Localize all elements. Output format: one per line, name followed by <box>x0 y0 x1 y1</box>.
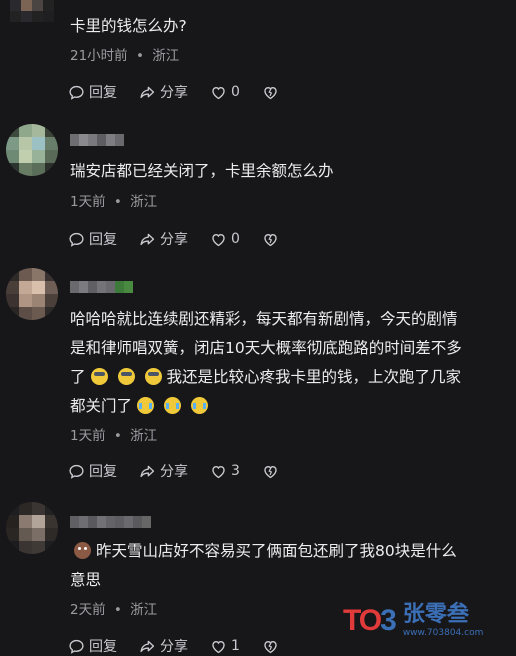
like-button[interactable]: 0 <box>210 84 240 101</box>
avatar[interactable] <box>6 124 58 176</box>
comment-text-fragment: 昨天雪山店好不容易买了俩面包还刷了我80块是什么 <box>96 542 457 560</box>
dislike-heart-icon <box>264 233 277 246</box>
avatar[interactable] <box>6 502 58 554</box>
like-heart-icon <box>212 465 225 478</box>
comment-actions: 回复 分享 1 <box>68 636 301 656</box>
like-heart-icon <box>212 86 225 99</box>
comment-location: 浙江 <box>130 602 158 618</box>
meta-separator: • <box>113 428 122 444</box>
reply-icon <box>69 232 84 247</box>
comment-location: 浙江 <box>130 428 158 444</box>
like-count: 0 <box>231 84 240 100</box>
dislike-button[interactable] <box>262 638 279 655</box>
share-label: 分享 <box>160 85 188 101</box>
comment-text: 卡里的钱怎么办? <box>70 17 187 35</box>
comment-text-line: 了 我还是比较心疼我卡里的钱，上次跑了几家 <box>70 363 502 392</box>
like-count: 3 <box>231 463 240 479</box>
share-icon <box>140 86 155 98</box>
comment-actions: 回复 分享 0 <box>68 82 301 102</box>
share-icon <box>140 465 155 477</box>
comment-text-line: 哈哈哈就比连续剧还精彩，每天都有新剧情，今天的剧情 <box>70 310 458 328</box>
comment-text-fragment: 我还是比较心疼我卡里的钱，上次跑了几家 <box>166 368 462 386</box>
comment-actions: 回复 分享 3 <box>68 461 301 481</box>
meta-separator: • <box>113 602 122 618</box>
share-label: 分享 <box>160 232 188 248</box>
dislike-button[interactable] <box>262 231 279 248</box>
watermark-name: 张零叁 <box>402 602 469 627</box>
comment-actions: 回复 分享 0 <box>68 229 301 249</box>
like-count: 1 <box>231 638 240 654</box>
grimace-emoji-icon <box>144 368 162 385</box>
comment-meta: 2天前 • 浙江 <box>70 598 157 618</box>
reply-label: 回复 <box>89 85 117 101</box>
like-button[interactable]: 3 <box>210 463 240 480</box>
comment-text-fragment: 了 <box>70 368 86 386</box>
share-icon <box>140 640 155 652</box>
watermark-url: www.703804.com <box>402 628 484 638</box>
comment-text-line: 昨天雪山店好不容易买了俩面包还刷了我80块是什么 <box>74 537 506 566</box>
watermark-text: 张零叁 www.703804.com <box>403 604 484 638</box>
reply-icon <box>69 639 84 654</box>
reply-icon <box>69 464 84 479</box>
watermark-mark-b: 3 <box>380 604 397 637</box>
dislike-button[interactable] <box>262 84 279 101</box>
share-button[interactable]: 分享 <box>139 636 188 656</box>
comment-text-fragment: 都关门了 <box>70 397 133 415</box>
grimace-emoji-icon <box>90 368 108 385</box>
comment-time: 1天前 <box>70 428 106 444</box>
comment-location: 浙江 <box>152 48 180 64</box>
reply-button[interactable]: 回复 <box>68 461 117 481</box>
comment-text: 哈哈哈就比连续剧还精彩，每天都有新剧情，今天的剧情 是和律师唱双簧，闭店10天大… <box>70 305 502 421</box>
reply-button[interactable]: 回复 <box>68 229 117 249</box>
dislike-button[interactable] <box>262 463 279 480</box>
reply-button[interactable]: 回复 <box>68 82 117 102</box>
comment-location: 浙江 <box>130 194 158 210</box>
comment-time: 2天前 <box>70 602 106 618</box>
watermark-mark: TO3 <box>343 604 397 638</box>
like-button[interactable]: 0 <box>210 231 240 248</box>
reply-button[interactable]: 回复 <box>68 636 117 656</box>
crying-emoji-icon <box>137 397 155 414</box>
share-button[interactable]: 分享 <box>139 229 188 249</box>
watermark-logo: TO3 张零叁 www.703804.com <box>343 601 503 641</box>
dislike-heart-icon <box>264 640 277 653</box>
share-icon <box>140 233 155 245</box>
reply-icon <box>69 85 84 100</box>
comment-meta: 21小时前 • 浙江 <box>70 44 179 64</box>
avatar[interactable] <box>10 0 54 22</box>
reply-label: 回复 <box>89 232 117 248</box>
meta-separator: • <box>135 48 144 64</box>
username-blurred[interactable] <box>70 134 124 146</box>
comment-text: 瑞安店都已经关闭了，卡里余额怎么办 <box>70 162 334 180</box>
grimace-emoji-icon <box>117 368 135 385</box>
meta-separator: • <box>113 194 122 210</box>
share-label: 分享 <box>160 464 188 480</box>
dislike-heart-icon <box>264 465 277 478</box>
like-heart-icon <box>212 233 225 246</box>
comment-text-line: 都关门了 <box>70 392 502 421</box>
poop-emoji-icon <box>74 542 91 559</box>
reply-label: 回复 <box>89 464 117 480</box>
comment-meta: 1天前 • 浙江 <box>70 424 157 444</box>
comment-meta: 1天前 • 浙江 <box>70 190 157 210</box>
comment-text-line: 意思 <box>70 571 102 589</box>
crying-emoji-icon <box>164 397 182 414</box>
share-label: 分享 <box>160 639 188 655</box>
watermark-mark-a: TO <box>343 604 382 637</box>
like-count: 0 <box>231 231 240 247</box>
comment-text-line: 是和律师唱双簧，闭店10天大概率彻底跑路的时间差不多 <box>70 339 462 357</box>
dislike-heart-icon <box>264 86 277 99</box>
share-button[interactable]: 分享 <box>139 82 188 102</box>
like-heart-icon <box>212 640 225 653</box>
username-blurred[interactable] <box>70 516 151 528</box>
comment-time: 1天前 <box>70 194 106 210</box>
crying-emoji-icon <box>191 397 209 414</box>
like-button[interactable]: 1 <box>210 638 240 655</box>
comment-text: 昨天雪山店好不容易买了俩面包还刷了我80块是什么 意思 <box>70 537 506 595</box>
reply-label: 回复 <box>89 639 117 655</box>
avatar[interactable] <box>6 268 58 320</box>
share-button[interactable]: 分享 <box>139 461 188 481</box>
comment-time: 21小时前 <box>70 48 128 64</box>
username-blurred[interactable] <box>70 281 133 293</box>
